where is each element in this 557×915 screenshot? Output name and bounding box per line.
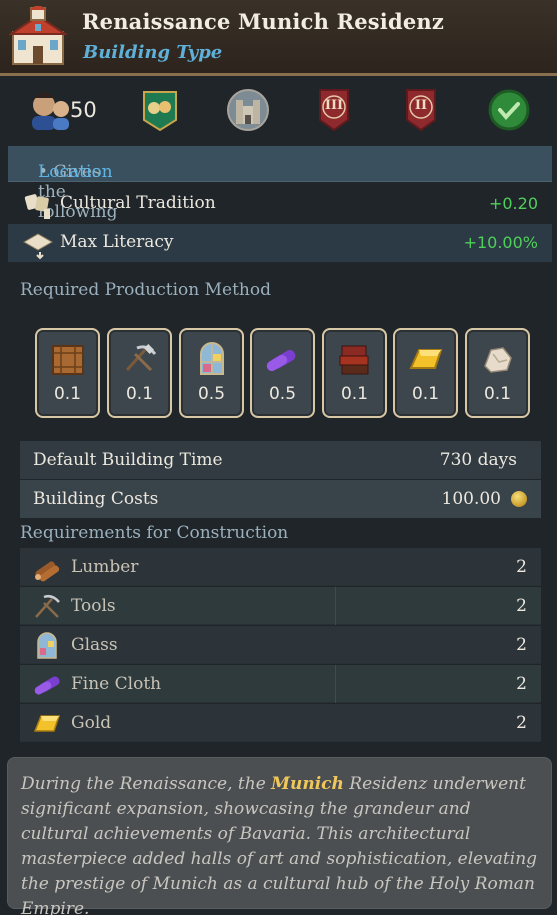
requirement-count: 2	[516, 635, 527, 655]
requirement-row-gold: Gold 2	[20, 704, 541, 742]
castle-icon[interactable]	[226, 88, 270, 132]
pm-item-gold[interactable]: 0.1	[393, 328, 458, 418]
rank-iii-label: III	[324, 98, 344, 113]
requirement-count: 2	[516, 713, 527, 733]
pm-item-cloth[interactable]: 0.5	[250, 328, 315, 418]
people-icon[interactable]	[28, 88, 72, 132]
literacy-icon	[22, 233, 54, 260]
benefit-row-cultural-tradition: Cultural Tradition +0.20	[8, 185, 552, 223]
description-part: During the Renaissance, the	[21, 774, 272, 794]
building-stats-row: 50 III II	[0, 84, 557, 138]
requirement-row-fine-cloth: Fine Cloth 2	[20, 665, 541, 703]
pm-item-marble[interactable]: 0.1	[465, 328, 530, 418]
pm-value: 0.1	[483, 384, 512, 404]
lumber-icon	[35, 561, 60, 582]
requirement-name: Tools	[71, 596, 116, 616]
pm-value: 0.1	[125, 384, 154, 404]
culture-icon	[24, 194, 50, 219]
crate-icon	[52, 345, 84, 375]
coin-icon	[511, 491, 527, 507]
tools-icon	[35, 594, 60, 618]
benefits-header: • Gives the following benefits to its Lo…	[8, 146, 552, 262]
build-time-row: Default Building Time 730 days	[20, 441, 541, 479]
pm-value: 0.1	[411, 384, 440, 404]
building-title: Renaissance Munich Residenz	[82, 9, 445, 34]
glass-icon	[37, 632, 57, 659]
requirements-label: Requirements for Construction	[20, 523, 289, 543]
rank-ii-label: II	[414, 98, 428, 113]
benefit-label: Cultural Tradition	[60, 193, 216, 213]
building-type-label: Building Type	[83, 42, 223, 63]
glass-icon	[200, 342, 224, 375]
benefit-row-max-literacy: Max Literacy +10.00%	[8, 224, 552, 262]
description-part: Residenz underwent significant expansion…	[21, 774, 538, 915]
pm-value: 0.1	[340, 384, 369, 404]
pm-value: 0.5	[268, 384, 297, 404]
tools-icon	[125, 344, 157, 372]
benefit-label: Max Literacy	[60, 232, 174, 252]
building-cost-label: Building Costs	[33, 489, 159, 509]
requirement-name: Fine Cloth	[71, 674, 162, 694]
description-highlight: Munich	[271, 774, 344, 794]
pm-item-tools[interactable]: 0.1	[107, 328, 172, 418]
check-icon[interactable]	[487, 88, 531, 132]
requirement-row-glass: Glass 2	[20, 626, 541, 664]
requirement-count: 2	[516, 596, 527, 616]
banner-icon[interactable]	[138, 88, 182, 132]
requirement-count: 2	[516, 674, 527, 694]
pm-value: 0.1	[53, 384, 82, 404]
tooltip-header: Renaissance Munich Residenz Building Typ…	[0, 0, 557, 76]
cloth-icon	[34, 676, 60, 695]
description-box: During the Renaissance, the Munich Resid…	[7, 757, 552, 915]
location-link[interactable]: Location	[38, 162, 113, 182]
gold-icon	[409, 349, 443, 369]
requirement-name: Glass	[71, 635, 118, 655]
building-icon	[9, 6, 67, 65]
rank-ii-icon[interactable]: II	[399, 88, 443, 132]
cloth-icon	[266, 350, 296, 371]
requirement-row-lumber: Lumber 2	[20, 548, 541, 586]
benefit-value: +10.00%	[463, 233, 538, 252]
requirement-count: 2	[516, 557, 527, 577]
population-value: 50	[70, 98, 97, 122]
benefit-value: +0.20	[488, 194, 538, 213]
description-text: During the Renaissance, the Munich Resid…	[21, 772, 543, 915]
pm-item-books[interactable]: 0.1	[322, 328, 387, 418]
books-icon	[339, 345, 369, 375]
gold-icon	[33, 715, 61, 732]
row-divider	[335, 587, 336, 625]
marble-icon	[484, 347, 512, 373]
requirement-row-tools: Tools 2	[20, 587, 541, 625]
building-cost-value: 100.00	[441, 489, 501, 509]
requirement-name: Lumber	[71, 557, 139, 577]
rank-iii-icon[interactable]: III	[312, 88, 356, 132]
requirement-name: Gold	[71, 713, 112, 733]
build-time-value: 730 days	[439, 450, 517, 470]
pm-item-crate[interactable]: 0.1	[35, 328, 100, 418]
production-method-label: Required Production Method	[20, 280, 271, 300]
pm-item-glass[interactable]: 0.5	[179, 328, 244, 418]
build-time-label: Default Building Time	[33, 450, 223, 470]
row-divider	[335, 665, 336, 703]
pm-value: 0.5	[197, 384, 226, 404]
building-cost-row: Building Costs 100.00	[20, 480, 541, 518]
